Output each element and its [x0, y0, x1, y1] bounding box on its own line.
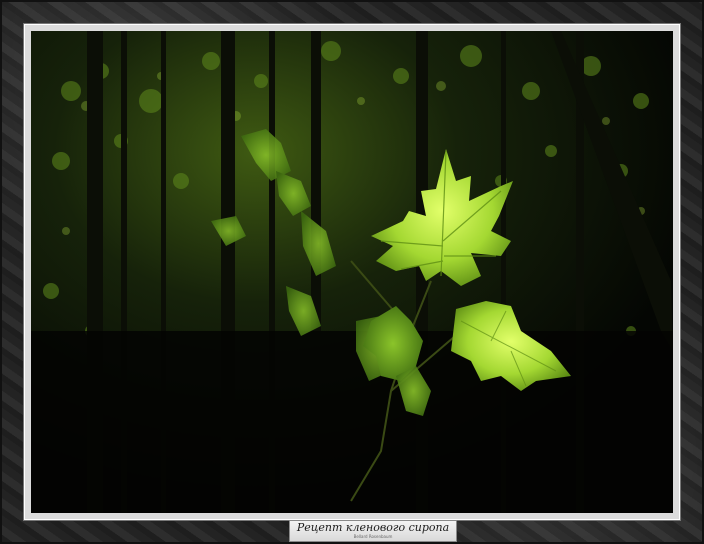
caption-title: Рецепт кленового сиропа: [296, 521, 450, 534]
caption-plate: Рецепт кленового сиропа Bellard Rosenbau…: [289, 520, 457, 542]
caption-subtitle: Bellard Rosenbaum: [353, 534, 393, 539]
forest-photo: [31, 31, 673, 513]
